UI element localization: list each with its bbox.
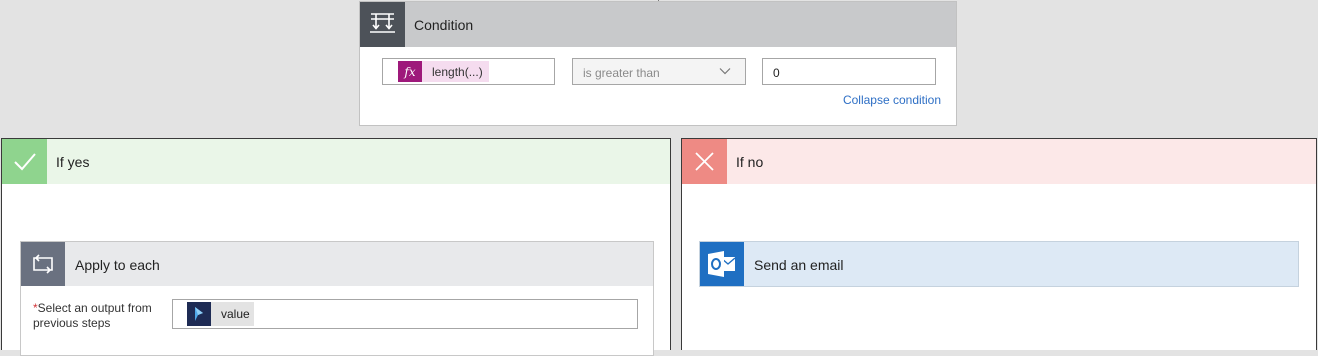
condition-value-text: 0: [773, 66, 780, 80]
select-output-label-text: Select an output from previous steps: [33, 301, 152, 330]
condition-title: Condition: [414, 17, 474, 33]
collapse-condition-link[interactable]: Collapse condition: [843, 93, 941, 107]
apply-to-each-title: Apply to each: [75, 257, 160, 273]
loop-icon: [21, 242, 65, 286]
dynamic-token-label: value: [221, 307, 250, 321]
operator-dropdown[interactable]: is greater than: [572, 58, 746, 85]
select-output-label: *Select an output from previous steps: [33, 301, 163, 331]
send-email-title: Send an email: [754, 257, 844, 273]
checkmark-icon: [2, 139, 47, 184]
apply-to-each-card: Apply to each *Select an output from pre…: [20, 241, 654, 356]
dynamics-icon: [187, 302, 211, 326]
condition-expression-input[interactable]: fx length(...): [382, 58, 555, 85]
expression-token-label: length(...): [432, 64, 483, 79]
if-yes-branch: If yes Apply to each *Select an output f…: [1, 138, 671, 356]
expression-token[interactable]: fx length(...): [398, 61, 489, 82]
dynamic-content-token[interactable]: value: [187, 302, 254, 326]
fx-icon: fx: [398, 61, 422, 82]
close-icon: [682, 139, 727, 184]
if-yes-header[interactable]: If yes: [2, 139, 670, 184]
condition-value-input[interactable]: 0: [762, 58, 936, 85]
if-no-branch: If no Send an email: [681, 138, 1317, 350]
if-no-header[interactable]: If no: [682, 139, 1316, 184]
apply-to-each-header[interactable]: Apply to each: [21, 242, 653, 286]
condition-icon: [360, 2, 405, 47]
if-no-title: If no: [736, 154, 764, 170]
condition-card: Condition fx length(...) is greater than…: [359, 1, 957, 126]
chevron-down-icon: [719, 68, 731, 75]
operator-selected-value: is greater than: [583, 66, 660, 80]
if-yes-title: If yes: [56, 154, 90, 170]
outlook-icon: [700, 242, 744, 286]
send-email-card[interactable]: Send an email: [699, 241, 1299, 287]
condition-header[interactable]: Condition: [360, 2, 956, 47]
select-output-input[interactable]: value: [172, 299, 638, 329]
